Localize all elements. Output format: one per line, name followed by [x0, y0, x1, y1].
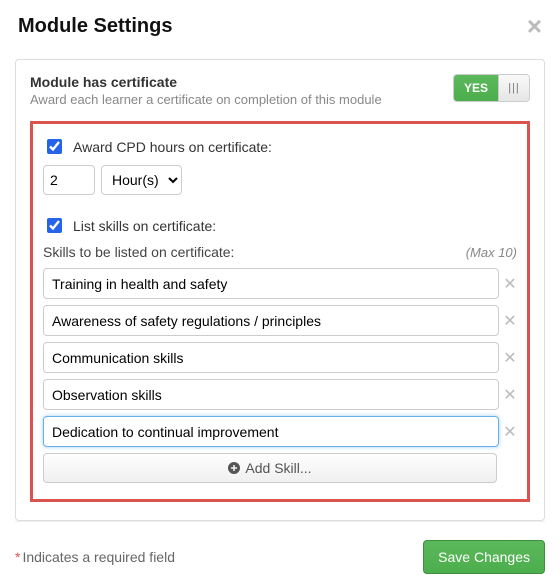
required-note: *Indicates a required field [15, 549, 175, 565]
skills-checkbox[interactable] [47, 218, 62, 233]
remove-skill-icon[interactable]: ✕ [503, 305, 517, 336]
skills-list-label: Skills to be listed on certificate: [43, 244, 234, 260]
certificate-toggle[interactable]: YES ||| [453, 74, 530, 102]
remove-skill-icon[interactable]: ✕ [503, 268, 517, 299]
asterisk-icon: * [15, 549, 20, 565]
toggle-yes-label: YES [454, 75, 499, 101]
skills-max-note: (Max 10) [466, 245, 517, 260]
cpd-unit-select[interactable]: Hour(s) [101, 165, 182, 195]
page-title: Module Settings [18, 15, 172, 38]
remove-skill-icon[interactable]: ✕ [503, 342, 517, 373]
skills-checkbox-label: List skills on certificate: [73, 218, 216, 234]
skill-input[interactable] [43, 379, 499, 410]
skill-input[interactable] [43, 342, 499, 373]
cert-heading: Module has certificate [30, 74, 177, 90]
add-skill-label: Add Skill... [245, 460, 311, 476]
skill-input[interactable] [43, 305, 499, 336]
toggle-grip-icon: ||| [499, 75, 529, 101]
plus-circle-icon [228, 462, 240, 474]
cpd-checkbox[interactable] [47, 139, 62, 154]
save-changes-button[interactable]: Save Changes [423, 540, 545, 574]
cpd-label: Award CPD hours on certificate: [73, 139, 272, 155]
cpd-hours-input[interactable] [43, 165, 95, 195]
cert-subtext: Award each learner a certificate on comp… [30, 92, 382, 107]
remove-skill-icon[interactable]: ✕ [503, 379, 517, 410]
remove-skill-icon[interactable]: ✕ [503, 416, 517, 447]
skill-input[interactable] [43, 268, 499, 299]
close-icon[interactable]: × [527, 13, 542, 39]
add-skill-button[interactable]: Add Skill... [43, 453, 497, 483]
skill-input[interactable] [43, 416, 499, 447]
highlighted-section: Award CPD hours on certificate: Hour(s) … [30, 121, 530, 502]
